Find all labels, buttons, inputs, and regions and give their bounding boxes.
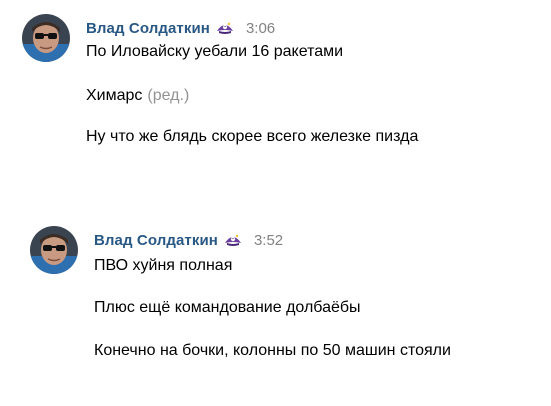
pirate-hat-badge-icon — [224, 233, 242, 247]
pirate-hat-badge-icon — [216, 21, 234, 35]
avatar[interactable] — [30, 226, 78, 274]
author-name[interactable]: Влад Солдаткин — [86, 20, 210, 37]
message-header: Влад Солдаткин 3:52 — [94, 230, 283, 250]
edited-label[interactable]: (ред.) — [147, 87, 189, 104]
message-text-content: Химарс — [86, 87, 143, 104]
message-time[interactable]: 3:06 — [246, 20, 275, 37]
message-text: Конечно на бочки, колонны по 50 машин ст… — [94, 342, 451, 359]
message-time[interactable]: 3:52 — [254, 232, 283, 249]
avatar[interactable] — [22, 14, 70, 62]
message-text: По Иловайску уебали 16 ракетами — [86, 43, 344, 60]
message-text: Ну что же блядь скорее всего железке пиз… — [86, 128, 419, 145]
message-text: Плюс ещё командование долбаёбы — [94, 299, 361, 316]
message-text: ПВО хуйня полная — [94, 257, 233, 274]
author-name[interactable]: Влад Солдаткин — [94, 232, 218, 249]
message-text: Химарс (ред.) — [86, 86, 189, 106]
message-header: Влад Солдаткин 3:06 — [86, 18, 275, 38]
